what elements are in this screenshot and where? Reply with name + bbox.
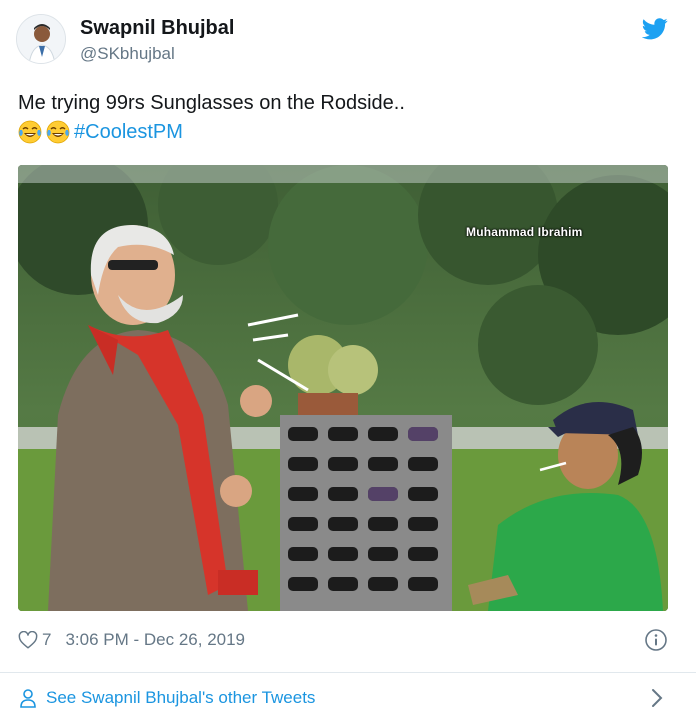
author-handle[interactable]: @SKbhujbal: [80, 44, 175, 64]
laughing-crying-emoji-icon: [18, 120, 42, 144]
tweet-photo[interactable]: Muhammad Ibrahim: [18, 165, 668, 611]
timestamp[interactable]: 3:06 PM - Dec 26, 2019: [65, 630, 245, 650]
twitter-bird-icon[interactable]: [642, 18, 668, 40]
tweet-card: Swapnil Bhujbal @SKbhujbal Me trying 99r…: [0, 0, 696, 719]
author-name[interactable]: Swapnil Bhujbal: [80, 17, 234, 40]
heart-icon[interactable]: [18, 631, 38, 649]
avatar[interactable]: [16, 14, 66, 64]
like-count[interactable]: 7: [42, 630, 51, 650]
info-icon[interactable]: [644, 628, 668, 652]
laughing-crying-emoji-icon: [46, 120, 70, 144]
tweet-text-line2: #CoolestPM: [18, 120, 183, 144]
person-icon: [20, 689, 36, 708]
tweet-meta: 7 3:06 PM - Dec 26, 2019: [18, 627, 245, 653]
photo-watermark: Muhammad Ibrahim: [466, 225, 583, 239]
chevron-right-icon[interactable]: [650, 687, 664, 709]
avatar-image: [17, 15, 65, 63]
divider: [0, 672, 696, 673]
tweet-text: Me trying 99rs Sunglasses on the Rodside…: [18, 92, 405, 114]
see-other-tweets-link[interactable]: See Swapnil Bhujbal's other Tweets: [18, 686, 315, 710]
see-other-tweets-label[interactable]: See Swapnil Bhujbal's other Tweets: [46, 688, 315, 708]
hashtag-link[interactable]: #CoolestPM: [74, 121, 183, 144]
